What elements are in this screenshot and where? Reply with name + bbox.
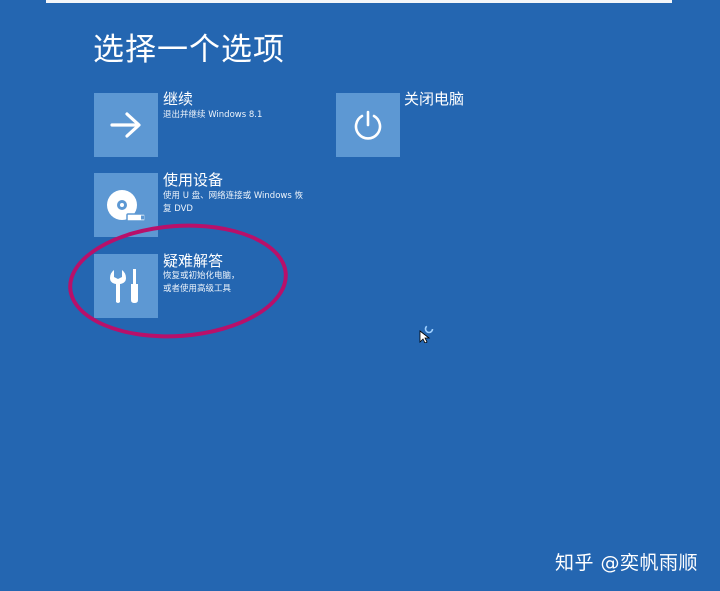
continue-desc: 退出并继续 Windows 8.1 (163, 110, 263, 120)
top-bar (46, 0, 672, 3)
watermark: 知乎 @奕帆雨顺 (554, 552, 698, 574)
use-device-desc: 使用 U 盘、网络连接或 Windows 恢复 DVD (163, 191, 303, 214)
page-title: 选择一个选项 (93, 32, 285, 68)
disc-drive-icon (107, 190, 146, 222)
continue-tile[interactable] (94, 93, 158, 157)
continue-title[interactable]: 继续 (163, 90, 193, 108)
use-device-title[interactable]: 使用设备 (163, 171, 223, 189)
power-icon (354, 110, 382, 140)
arrow-right-icon (110, 112, 141, 138)
busy-cursor-icon (419, 324, 434, 343)
shutdown-title[interactable]: 关闭电脑 (404, 90, 464, 108)
shutdown-tile[interactable] (336, 93, 400, 157)
